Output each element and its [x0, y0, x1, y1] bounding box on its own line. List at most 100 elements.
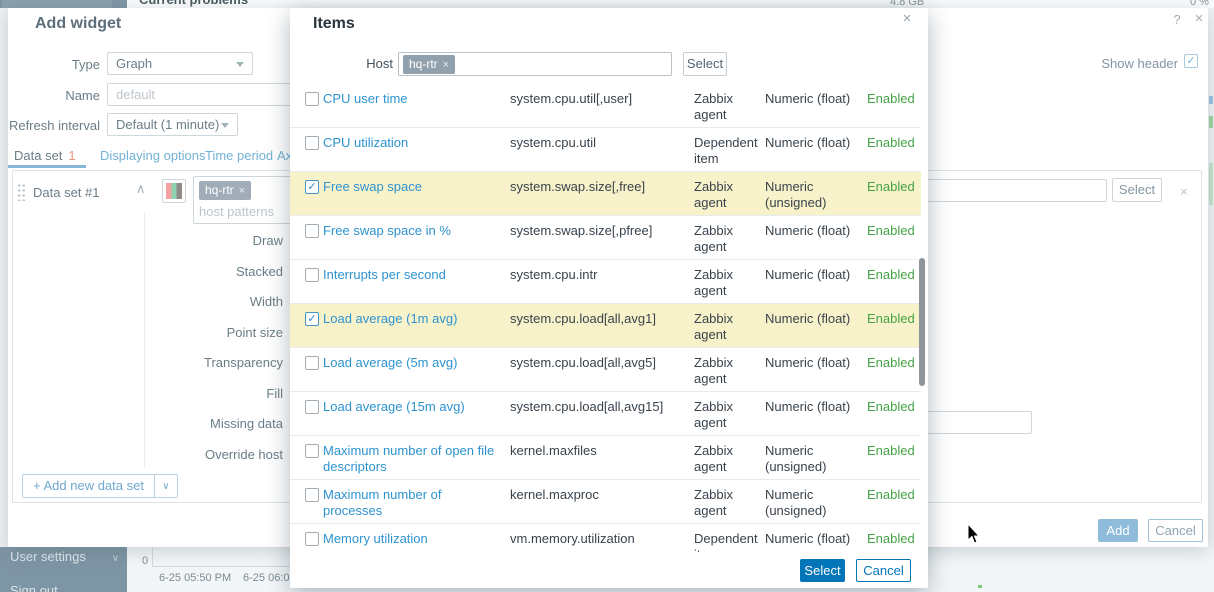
item-checkbox[interactable]	[305, 92, 319, 106]
scrollbar-thumb[interactable]	[919, 258, 925, 386]
item-type: Zabbix agent	[694, 443, 734, 474]
dashboard-sidebar-bottom-fragment: User settings ∨ Sign out	[0, 547, 127, 592]
item-type: Zabbix agent	[694, 355, 734, 386]
color-palette-swatch[interactable]	[162, 179, 186, 203]
tab-time-period[interactable]: Time period	[205, 148, 273, 163]
item-key: system.cpu.util	[510, 135, 596, 150]
width-label: Width	[249, 294, 283, 309]
name-placeholder: default	[116, 87, 156, 102]
sidebar-item-user-settings[interactable]: User settings ∨	[10, 549, 119, 564]
item-checkbox[interactable]	[305, 532, 319, 546]
dashboard-sidebar-top-fragment	[0, 0, 127, 8]
items-table-row[interactable]: ✓ Load average (1m avg) system.cpu.load[…	[290, 304, 921, 348]
remove-icon[interactable]: ×	[1180, 184, 1188, 199]
item-key: kernel.maxproc	[510, 487, 599, 502]
type-select[interactable]: Graph	[107, 52, 253, 75]
add-button[interactable]: Add	[1098, 519, 1138, 542]
chip-remove-icon[interactable]: ×	[443, 59, 449, 71]
refresh-interval-select[interactable]: Default (1 minute)	[107, 113, 238, 136]
items-table-row[interactable]: CPU user time system.cpu.util[,user] Zab…	[290, 84, 921, 128]
missing-data-label: Missing data	[210, 416, 283, 431]
item-name-link[interactable]: Free swap space	[323, 179, 501, 195]
item-checkbox[interactable]	[305, 400, 319, 414]
modal-cancel-button[interactable]: Cancel	[856, 559, 911, 582]
item-name-link[interactable]: Free swap space in %	[323, 223, 501, 239]
dialog-title: Add widget	[35, 15, 122, 32]
close-icon[interactable]: ×	[1190, 10, 1208, 28]
items-table: CPU user time system.cpu.util[,user] Zab…	[290, 84, 921, 552]
item-checkbox[interactable]	[305, 444, 319, 458]
item-checkbox[interactable]	[305, 224, 319, 238]
items-table-row[interactable]: CPU utilization system.cpu.util Dependen…	[290, 128, 921, 172]
item-name-link[interactable]: Load average (15m avg)	[323, 399, 501, 415]
host-multiselect-input[interactable]: hq-rtr ×	[398, 52, 672, 76]
close-icon[interactable]: ×	[898, 10, 916, 28]
host-chip[interactable]: hq-rtr ×	[199, 181, 252, 200]
item-patterns-select-button[interactable]: Select	[1112, 178, 1162, 202]
collapse-chevron-icon[interactable]: ∧	[136, 181, 146, 197]
host-chip[interactable]: hq-rtr ×	[403, 55, 456, 74]
cpu-widget-fragment: 0 %	[1190, 0, 1209, 8]
items-table-row[interactable]: Load average (15m avg) system.cpu.load[a…	[290, 392, 921, 436]
fill-label: Fill	[266, 385, 283, 401]
item-data-type: Numeric (float)	[765, 355, 851, 370]
chevron-down-icon	[236, 62, 244, 67]
items-table-row[interactable]: Maximum number of processes kernel.maxpr…	[290, 480, 921, 524]
host-select-button[interactable]: Select	[683, 52, 727, 76]
modal-select-button[interactable]: Select	[800, 559, 845, 582]
item-name-link[interactable]: Memory utilization	[323, 531, 501, 547]
drag-handle-icon[interactable]	[17, 183, 26, 201]
item-type: Dependent item	[694, 135, 758, 166]
tab-data-set[interactable]: Data set 1	[14, 148, 76, 163]
add-new-data-set-button[interactable]: + Add new data set ∨	[22, 474, 178, 498]
item-name-link[interactable]: Load average (1m avg)	[323, 311, 501, 327]
items-table-row[interactable]: Interrupts per second system.cpu.intr Za…	[290, 260, 921, 304]
tab-badge: 1	[68, 148, 76, 163]
item-checkbox[interactable]	[305, 268, 319, 282]
data-set-title: Data set #1	[33, 185, 100, 200]
items-table-row[interactable]: Load average (5m avg) system.cpu.load[al…	[290, 348, 921, 392]
items-modal: Items × Host hq-rtr × Select CPU user tim…	[290, 8, 928, 588]
item-status: Enabled	[867, 399, 915, 414]
show-header-label: Show header	[1101, 56, 1178, 71]
item-key: vm.memory.utilization	[510, 531, 635, 546]
items-table-row[interactable]: Maximum number of open file descriptors …	[290, 436, 921, 480]
help-icon[interactable]: ?	[1168, 11, 1186, 29]
item-status: Enabled	[867, 531, 915, 546]
item-name-link[interactable]: Maximum number of processes	[323, 487, 501, 519]
items-table-row[interactable]: ✓ Free swap space system.swap.size[,free…	[290, 172, 921, 216]
chip-remove-icon[interactable]: ×	[239, 185, 245, 197]
item-key: system.cpu.load[all,avg15]	[510, 399, 664, 414]
host-label: Host	[366, 56, 393, 71]
tab-displaying-options[interactable]: Displaying options	[100, 148, 206, 163]
item-checkbox[interactable]	[305, 488, 319, 502]
show-header-checkbox[interactable]: ✓	[1184, 54, 1198, 68]
item-name-link[interactable]: Load average (5m avg)	[323, 355, 501, 371]
item-data-type: Numeric (float)	[765, 223, 851, 238]
item-key: system.cpu.load[all,avg5]	[510, 355, 656, 370]
item-name-link[interactable]: Maximum number of open file descriptors	[323, 443, 501, 475]
chart-data-fragment	[978, 585, 982, 588]
sidebar-item-sign-out[interactable]: Sign out	[10, 583, 58, 592]
modal-title: Items	[313, 15, 355, 32]
item-key: system.cpu.util[,user]	[510, 91, 633, 106]
cancel-button[interactable]: Cancel	[1148, 519, 1203, 542]
item-status: Enabled	[867, 311, 915, 326]
chevron-down-icon[interactable]: ∨	[155, 481, 177, 492]
items-table-row[interactable]: Free swap space in % system.swap.size[,p…	[290, 216, 921, 260]
item-checkbox[interactable]	[305, 136, 319, 150]
palette-stripes	[166, 183, 182, 199]
item-name-link[interactable]: CPU utilization	[323, 135, 501, 151]
item-name-link[interactable]: Interrupts per second	[323, 267, 501, 283]
item-data-type: Numeric (float)	[765, 267, 851, 282]
item-type: Dependent item	[694, 531, 758, 552]
item-data-type: Numeric (float)	[765, 135, 851, 150]
item-data-type: Numeric (unsigned)	[765, 487, 827, 518]
item-checkbox[interactable]: ✓	[305, 312, 319, 326]
item-status: Enabled	[867, 179, 915, 194]
chart-y-axis	[152, 547, 153, 567]
items-table-row[interactable]: Memory utilization vm.memory.utilization…	[290, 524, 921, 552]
item-name-link[interactable]: CPU user time	[323, 91, 501, 107]
item-checkbox[interactable]: ✓	[305, 180, 319, 194]
item-checkbox[interactable]	[305, 356, 319, 370]
